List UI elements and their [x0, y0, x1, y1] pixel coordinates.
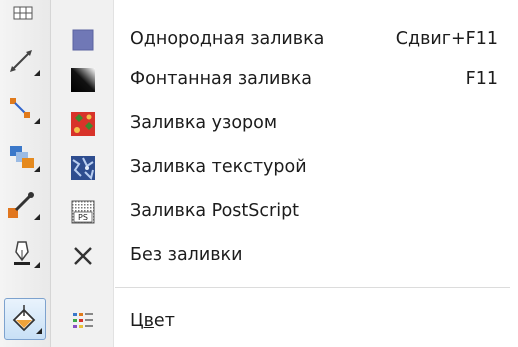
menu-item-label: Цвет [130, 299, 175, 344]
menu-item-color[interactable]: Цвет [51, 299, 518, 344]
blend-tool-icon[interactable] [6, 140, 40, 174]
menu-item-shortcut: F11 [465, 69, 498, 89]
color-label-accelerator: в [143, 311, 154, 331]
dimension-tool-icon[interactable] [6, 44, 40, 78]
uniform-fill-icon [67, 24, 99, 56]
menu-item-shortcut: Сдвиг+F11 [395, 29, 498, 49]
menu-item-no-fill[interactable]: Без заливки [51, 233, 518, 278]
menu-item-fountain-fill[interactable]: Фонтанная заливка F11 [51, 57, 518, 102]
toolbox [0, 0, 51, 347]
menu-item-label: Заливка текстурой [130, 157, 307, 177]
menu-item-label: Без заливки [130, 245, 243, 265]
menu-item-label: Однородная заливка [130, 29, 325, 49]
color-docker-icon [67, 306, 99, 338]
color-label-suffix: ет [153, 311, 175, 331]
menu-item-pattern-fill[interactable]: Заливка узором [51, 101, 518, 146]
menu-item-texture-fill[interactable]: Заливка текстурой [51, 145, 518, 190]
menu-separator [115, 287, 510, 288]
menu-item-label: Заливка PostScript [130, 201, 300, 221]
menu-item-label: Заливка узором [130, 113, 278, 133]
eyedropper-tool-icon[interactable] [6, 188, 40, 222]
fill-tool-icon [12, 305, 42, 334]
connector-tool-icon[interactable] [6, 92, 40, 126]
menu-item-label: Фонтанная заливка [130, 69, 313, 89]
menu-item-postscript-fill[interactable]: PS Заливка PostScript [51, 189, 518, 234]
fountain-fill-icon [67, 64, 99, 96]
menu-item-uniform-fill[interactable]: Однородная заливка Сдвиг+F11 [51, 17, 518, 62]
postscript-fill-icon: PS [67, 196, 99, 228]
pattern-fill-icon [67, 108, 99, 140]
fill-flyout-menu: Однородная заливка Сдвиг+F11 Фонтанная з… [51, 0, 518, 347]
fill-tool-button[interactable] [4, 298, 46, 340]
color-label-prefix: Ц [130, 311, 144, 331]
postscript-icon-label: PS [78, 213, 88, 222]
outline-pen-tool-icon[interactable] [6, 236, 40, 270]
texture-fill-icon [67, 152, 99, 184]
table-tool-icon[interactable] [6, 0, 40, 24]
no-fill-icon [67, 240, 99, 272]
